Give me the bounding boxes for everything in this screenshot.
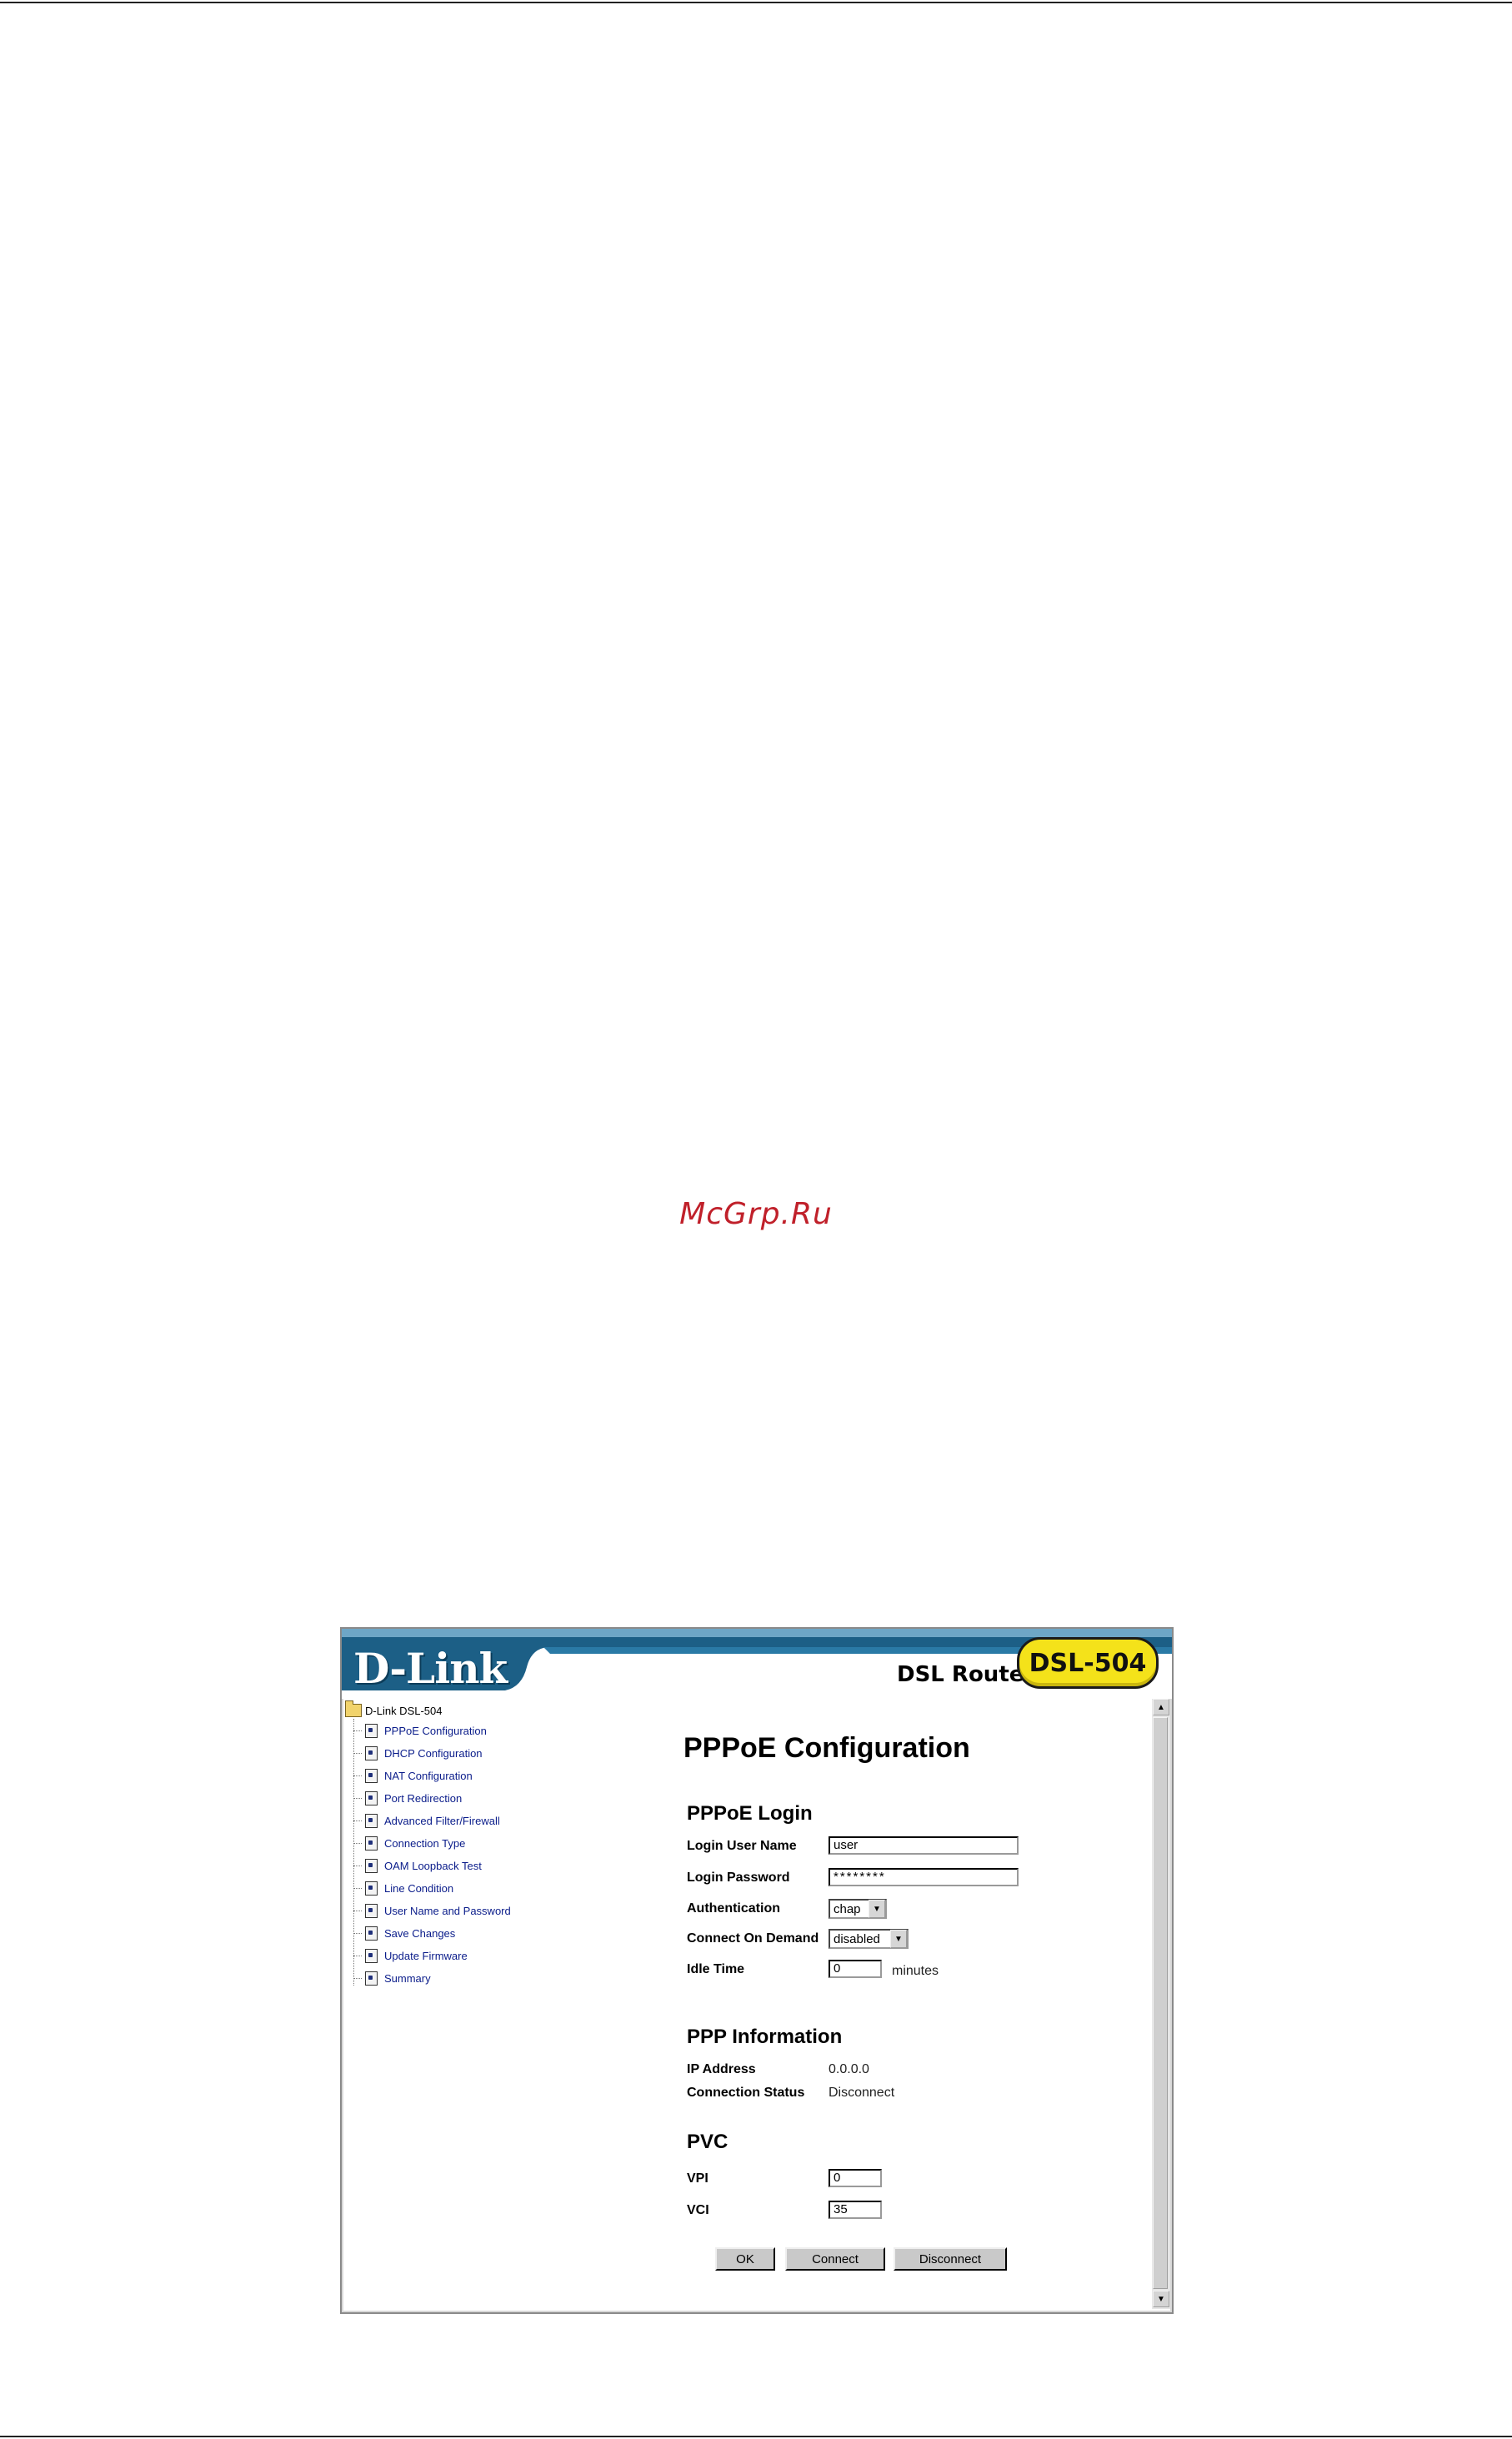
login-password-label: Login Password (687, 1871, 790, 1885)
disconnect-button[interactable]: Disconnect (894, 2247, 1007, 2271)
section-pppoe-login: PPPoE Login (687, 1802, 813, 1825)
ip-address-value: 0.0.0.0 (829, 2062, 869, 2076)
browser-window: D-Link DSL Router DSL-504 D-Link DSL-504… (340, 1627, 1174, 2314)
login-user-name-input[interactable]: user (829, 1836, 1019, 1855)
ip-address-label: IP Address (687, 2062, 756, 2076)
authentication-select[interactable]: chap ▼ (829, 1899, 887, 1919)
vci-label: VCI (687, 2203, 709, 2217)
idle-time-unit: minutes (892, 1964, 939, 1978)
connect-on-demand-select[interactable]: disabled ▼ (829, 1929, 909, 1949)
product-type: DSL Router (897, 1662, 1035, 1687)
vertical-scrollbar[interactable]: ▲ ▼ (1152, 1699, 1170, 2309)
idle-time-input[interactable]: 0 (829, 1960, 882, 1978)
main-content: PPPoE Configuration PPPoE Login Login Us… (342, 1699, 1152, 2307)
login-password-input[interactable]: ******** (829, 1868, 1019, 1886)
vpi-input[interactable]: 0 (829, 2169, 882, 2187)
chevron-down-icon: ▼ (869, 1900, 885, 1918)
header-banner: D-Link DSL Router DSL-504 (342, 1629, 1172, 1699)
dlink-logo: D-Link (353, 1644, 508, 1693)
bottom-page-rule (0, 2436, 1512, 2437)
connection-status-value: Disconnect (829, 2086, 895, 2100)
scroll-down-icon[interactable]: ▼ (1153, 2291, 1169, 2307)
vci-input[interactable]: 35 (829, 2201, 882, 2219)
authentication-label: Authentication (687, 1901, 780, 1916)
watermark: McGrp.Ru (679, 1197, 833, 1231)
section-ppp-information: PPP Information (687, 2026, 843, 2048)
scroll-up-icon[interactable]: ▲ (1153, 1699, 1169, 1715)
connection-status-label: Connection Status (687, 2086, 805, 2100)
model-badge: DSL-504 (1017, 1637, 1159, 1689)
connect-on-demand-label: Connect On Demand (687, 1931, 819, 1946)
idle-time-label: Idle Time (687, 1962, 745, 1976)
chevron-down-icon: ▼ (890, 1930, 907, 1948)
connect-on-demand-value: disabled (834, 1931, 880, 1946)
section-pvc: PVC (687, 2131, 728, 2153)
login-user-name-label: Login User Name (687, 1839, 797, 1853)
top-page-rule (0, 2, 1512, 3)
page-title: PPPoE Configuration (683, 1732, 970, 1764)
scroll-thumb[interactable] (1153, 1717, 1168, 2289)
ok-button[interactable]: OK (715, 2247, 775, 2271)
connect-button[interactable]: Connect (785, 2247, 885, 2271)
authentication-value: chap (834, 1901, 861, 1916)
vpi-label: VPI (687, 2171, 708, 2186)
